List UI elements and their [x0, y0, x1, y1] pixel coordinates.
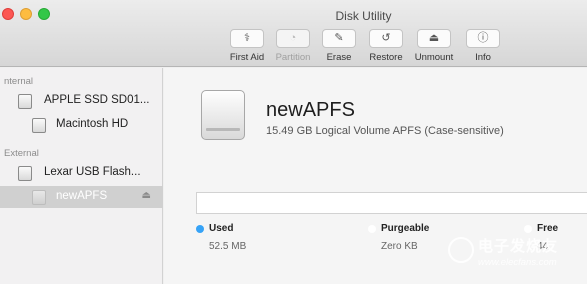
watermark-icon: [448, 237, 474, 263]
first-aid-label: First Aid: [229, 52, 265, 63]
usage-purgeable-title: Purgeable: [381, 223, 430, 234]
erase-button[interactable]: ✎ Erase: [314, 29, 364, 63]
unmount-icon: ⏏: [417, 29, 451, 48]
erase-icon: ✎: [322, 29, 356, 48]
usage-bar: [196, 192, 587, 214]
info-button[interactable]: ⓘ Info: [458, 29, 508, 63]
stethoscope-icon: ⚕: [230, 29, 264, 48]
watermark-logo: 电子发烧友 www.elecfans.com: [448, 233, 584, 279]
sidebar-item-macintosh-hd[interactable]: Macintosh HD: [0, 114, 163, 136]
partition-button[interactable]: ◔ Partition: [268, 29, 318, 63]
sidebar-item-apple-ssd[interactable]: APPLE SSD SD01...: [0, 90, 163, 112]
watermark-url: www.elecfans.com: [478, 257, 557, 268]
first-aid-button[interactable]: ⚕ First Aid: [222, 29, 272, 63]
sidebar-section-internal: nternal: [4, 76, 34, 87]
purgeable-color-dot: [368, 225, 376, 233]
used-color-dot: [196, 225, 204, 233]
sidebar-item-label: Lexar USB Flash...: [44, 166, 141, 178]
usage-used-value: 52.5 MB: [209, 241, 247, 252]
sidebar-item-label: newAPFS: [56, 190, 108, 202]
unmount-label: Unmount: [414, 52, 454, 63]
erase-label: Erase: [326, 52, 352, 63]
sidebar-item-lexar-usb[interactable]: Lexar USB Flash...: [0, 162, 163, 184]
drive-icon-slot: [206, 128, 240, 131]
unmount-button[interactable]: ⏏ Unmount: [409, 29, 459, 63]
partition-label: Partition: [275, 52, 311, 63]
info-icon: ⓘ: [466, 29, 500, 48]
disk-icon: [18, 94, 32, 109]
info-label: Info: [475, 52, 491, 63]
watermark-text: 电子发烧友: [478, 238, 559, 255]
usage-used-title: Used: [209, 223, 234, 234]
window-title: Disk Utility: [335, 9, 392, 23]
restore-icon: ↺: [369, 29, 403, 48]
volume-name: newAPFS: [266, 99, 355, 121]
free-color-dot: [524, 225, 532, 233]
drive-icon: [198, 90, 248, 142]
eject-icon[interactable]: ⏏: [142, 190, 151, 201]
sidebar-item-label: APPLE SSD SD01...: [44, 94, 150, 106]
volume-icon: [32, 190, 46, 205]
pie-icon: ◔: [276, 29, 310, 48]
drive-icon-body: [201, 90, 245, 140]
usage-purgeable-value: Zero KB: [381, 241, 418, 252]
disk-icon: [18, 166, 32, 181]
disk-utility-window: Disk Utility ⚕ First Aid ◔ Partition ✎ E…: [0, 0, 587, 284]
title-bar: Disk Utility ⚕ First Aid ◔ Partition ✎ E…: [0, 0, 587, 67]
sidebar-item-newapfs[interactable]: newAPFS ⏏: [0, 186, 163, 208]
volume-icon: [32, 118, 46, 133]
sidebar: nternal APPLE SSD SD01... Macintosh HD E…: [0, 68, 163, 284]
restore-button[interactable]: ↺ Restore: [361, 29, 411, 63]
restore-label: Restore: [369, 52, 403, 63]
volume-description: 15.49 GB Logical Volume APFS (Case-sensi…: [266, 125, 504, 137]
sidebar-section-external: External: [4, 148, 39, 159]
sidebar-item-label: Macintosh HD: [56, 118, 129, 130]
